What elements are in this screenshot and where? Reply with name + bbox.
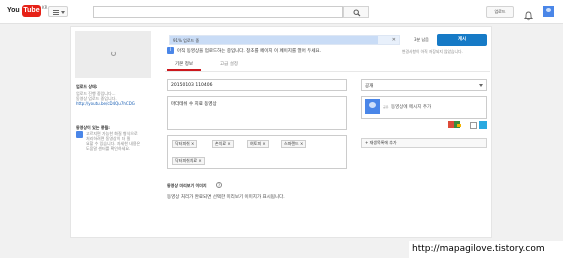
upload-status-lines: 업로드 진행 중입니다... 동영상 업로드 중입니다. http://yout… [76,91,135,106]
watermark: http://mapagilove.tistory.com [409,241,563,258]
remove-tag-icon[interactable]: × [198,158,201,163]
upload-button[interactable]: 업로드 [486,6,514,18]
thumbnail-label: 동영상 미리보기 이미지 [167,183,207,188]
video-url-link[interactable]: http://youtu.be/cD4Qu7hCDG [76,101,135,106]
share-message-placeholder[interactable]: 동영상에 메시지 추가 [391,104,431,110]
featured-text: 고르지면 가능한 화질 형식으로 처리하려면 동영상이 더 필 요할 수 있습니… [86,131,150,151]
privacy-select[interactable]: 공개 [361,79,487,91]
remove-tag-icon[interactable]: × [300,141,303,146]
bell-icon[interactable] [523,6,534,25]
featured-title: 동영상이 있는 풍월: [76,125,110,130]
tag-chip[interactable]: 손치료 × [212,140,234,148]
time-remaining: 3분 남음 [414,37,429,42]
tab-divider [165,71,490,72]
remove-tag-icon[interactable]: × [191,141,194,146]
twitter-icon [479,121,487,129]
privacy-value: 공개 [365,84,374,89]
share-prefix: 공유 [383,105,389,109]
unsaved-changes-note: 변경사항이 아직 저장되지 않았습니다. [402,49,463,54]
chevron-down-icon [61,11,65,14]
featured-line: 도움말 센터를 확인하세요. [86,146,131,151]
loading-spinner-icon [111,51,116,56]
publish-button[interactable]: 게시 [437,34,487,46]
logo-tube-text: Tube [22,5,41,17]
remove-tag-icon[interactable]: × [227,141,230,146]
upload-notice: 아직 동영상을 업로드하는 중입니다. 창초를 페이지 이 페이지를 열어 두세… [177,49,322,54]
search-button[interactable] [343,6,369,18]
description-textarea[interactable]: 마더테쉬 수 치료 동영상 [167,96,347,130]
remove-tag-icon[interactable]: × [262,141,265,146]
twitter-checkbox[interactable] [470,122,477,129]
google-plus-badge-accent [457,124,461,127]
upload-progress-bar: 91% 업로드 중 ✕ [169,35,400,45]
cancel-upload-icon[interactable]: ✕ [392,37,396,43]
tag-chip[interactable]: 여토피 × [247,140,269,148]
chevron-down-icon [479,84,483,87]
search-input[interactable] [93,6,343,18]
tag-chip[interactable]: 닥터피쉬치료 × [172,157,205,165]
guide-menu-button[interactable] [48,6,68,17]
tag-chip[interactable]: 닥터피쉬 × [172,140,198,148]
tab-basic-info[interactable]: 기본 정보 [167,60,201,71]
tags-input[interactable]: 닥터피쉬 × 손치료 × 여토피 × 스파랜드 × 닥터피쉬치료 × [167,135,347,169]
menu-icon [53,10,59,15]
avatar[interactable] [543,6,554,17]
tag-label: 닥터피쉬 [175,141,190,146]
title-input[interactable]: 20150103 110406 [167,79,347,91]
logo-you-text: You [7,7,20,14]
add-to-playlist-button[interactable]: + 재생목록에 추가 [361,138,487,148]
notice-info-icon: i [167,47,174,54]
tag-label: 닥터피쉬치료 [175,158,198,163]
tag-label: 스파랜드 [284,141,299,146]
upload-progress-text: 91% 업로드 중 [173,38,200,43]
tag-chip[interactable]: 스파랜드 × [281,140,307,148]
upload-progress-fill [170,36,379,44]
tag-label: 여토피 [250,141,262,146]
thumbnail-note: 동영상 처리가 완료되면 선택한 미리보기 이미지가 표시됩니다. [167,195,285,200]
logo-region: KR [42,5,48,10]
share-avatar [365,99,380,114]
help-icon[interactable]: ? [216,182,222,188]
youtube-logo[interactable]: You Tube KR [7,5,47,18]
search-icon [353,9,361,17]
tab-advanced-settings[interactable]: 고급 설정 [212,60,246,71]
upload-status-title: 업로드 상태: [76,84,98,89]
tag-label: 손치료 [215,141,227,146]
info-icon [76,131,83,138]
